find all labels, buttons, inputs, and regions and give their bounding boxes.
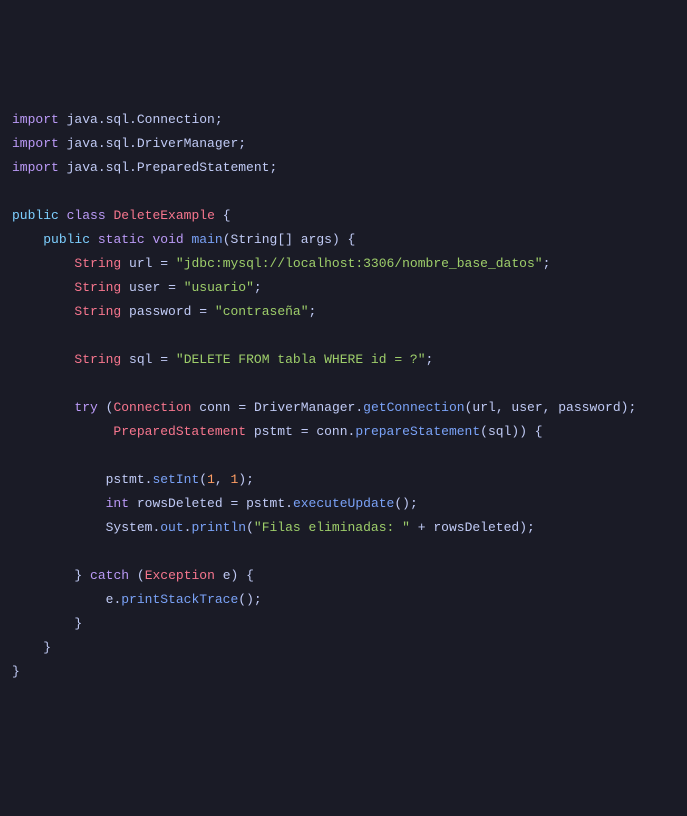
keyword-void: void — [152, 232, 183, 247]
var-conn: conn — [199, 400, 230, 415]
code-line: } — [12, 636, 675, 660]
string-literal: "DELETE FROM tabla WHERE id = ?" — [176, 352, 426, 367]
keyword-import: import — [12, 136, 59, 151]
var-pstmt: pstmt — [254, 424, 293, 439]
out: out — [160, 520, 183, 535]
string-literal: "usuario" — [184, 280, 254, 295]
type-exception: Exception — [145, 568, 215, 583]
code-line: String password = "contraseña"; — [12, 300, 675, 324]
code-line: String sql = "DELETE FROM tabla WHERE id… — [12, 348, 675, 372]
class-name: DeleteExample — [113, 208, 214, 223]
code-line: public static void main(String[] args) { — [12, 228, 675, 252]
blank-line — [12, 372, 675, 396]
var-user: user — [129, 280, 160, 295]
var-sql: sql — [129, 352, 152, 367]
keyword-class: class — [67, 208, 106, 223]
keyword-import: import — [12, 160, 59, 175]
method-executeupdate: executeUpdate — [293, 496, 394, 511]
type-string: String — [74, 304, 121, 319]
code-line: } — [12, 612, 675, 636]
code-line: } catch (Exception e) { — [12, 564, 675, 588]
system: System — [106, 520, 153, 535]
type-string: String — [74, 352, 121, 367]
blank-line — [12, 540, 675, 564]
var-url: url — [129, 256, 152, 271]
keyword-int: int — [106, 496, 129, 511]
keyword-import: import — [12, 112, 59, 127]
keyword-public: public — [43, 232, 90, 247]
type-connection: Connection — [113, 400, 191, 415]
var-e: e — [223, 568, 231, 583]
code-line: PreparedStatement pstmt = conn.prepareSt… — [12, 420, 675, 444]
string-literal: "contraseña" — [215, 304, 309, 319]
code-line: import java.sql.PreparedStatement; — [12, 156, 675, 180]
number-literal: 1 — [207, 472, 215, 487]
code-line: import java.sql.DriverManager; — [12, 132, 675, 156]
keyword-try: try — [74, 400, 97, 415]
method-getconnection: getConnection — [363, 400, 464, 415]
method-main: main — [192, 232, 223, 247]
code-line: e.printStackTrace(); — [12, 588, 675, 612]
params: String[] args — [231, 232, 332, 247]
blank-line — [12, 324, 675, 348]
type-preparedstatement: PreparedStatement — [113, 424, 246, 439]
string-literal: "Filas eliminadas: " — [254, 520, 410, 535]
method-preparestatement: prepareStatement — [355, 424, 480, 439]
keyword-catch: catch — [90, 568, 129, 583]
code-line: try (Connection conn = DriverManager.get… — [12, 396, 675, 420]
type-string: String — [74, 256, 121, 271]
keyword-static: static — [98, 232, 145, 247]
code-line: int rowsDeleted = pstmt.executeUpdate(); — [12, 492, 675, 516]
code-line: pstmt.setInt(1, 1); — [12, 468, 675, 492]
type-string: String — [74, 280, 121, 295]
import-path: java.sql.PreparedStatement — [67, 160, 270, 175]
code-line: String url = "jdbc:mysql://localhost:330… — [12, 252, 675, 276]
code-line: } — [12, 660, 675, 684]
code-line: import java.sql.Connection; — [12, 108, 675, 132]
import-path: java.sql.Connection — [67, 112, 215, 127]
blank-line — [12, 444, 675, 468]
code-line: String user = "usuario"; — [12, 276, 675, 300]
var-rowsdeleted: rowsDeleted — [137, 496, 223, 511]
method-printstacktrace: printStackTrace — [121, 592, 238, 607]
blank-line — [12, 180, 675, 204]
drivermanager: DriverManager — [254, 400, 355, 415]
keyword-public: public — [12, 208, 59, 223]
code-line: System.out.println("Filas eliminadas: " … — [12, 516, 675, 540]
code-line: public class DeleteExample { — [12, 204, 675, 228]
method-println: println — [191, 520, 246, 535]
string-literal: "jdbc:mysql://localhost:3306/nombre_base… — [176, 256, 543, 271]
code-editor[interactable]: import java.sql.Connection;import java.s… — [12, 108, 675, 684]
method-setint: setInt — [152, 472, 199, 487]
var-password: password — [129, 304, 191, 319]
import-path: java.sql.DriverManager — [67, 136, 239, 151]
